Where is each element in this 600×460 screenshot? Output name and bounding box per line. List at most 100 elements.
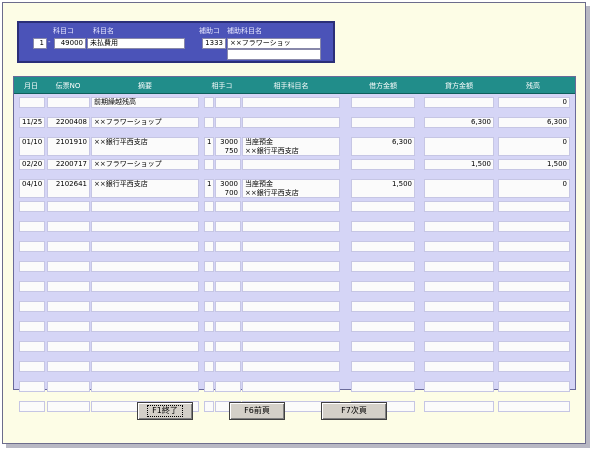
table-row[interactable]	[14, 219, 575, 239]
cell-debit	[351, 281, 415, 292]
f1-exit-button[interactable]: F1終了	[137, 402, 193, 420]
cell-debit	[351, 321, 415, 332]
col-credit: 貸方金額	[445, 82, 473, 90]
cell-partner-name	[242, 261, 340, 272]
account-name-field[interactable]: 未払費用	[87, 38, 185, 49]
table-row[interactable]	[14, 319, 575, 339]
table-row[interactable]: 前期繰越残高 0	[14, 95, 575, 115]
f6-prev-page-button[interactable]: F6前頁	[229, 402, 285, 420]
cell-date	[19, 261, 45, 272]
table-row[interactable]: 04/10 2102641 ××銀行平西支店 1 3000 700 当座預金 ××銀行平西支店…	[14, 177, 575, 199]
cell-summary-text: 前期繰越残高	[94, 98, 136, 106]
cell-partner-name	[242, 201, 340, 212]
cell-summary	[91, 261, 199, 272]
cell-partner-code-a	[204, 281, 214, 292]
table-row[interactable]: 11/25 2200408 ××フラワーショップ 6,300 6,300	[14, 115, 575, 135]
cell-date-text: 11/25	[22, 118, 43, 126]
cell-balance-text: 0	[562, 98, 567, 106]
cell-date	[19, 281, 45, 292]
cell-date-text: 04/10	[22, 180, 43, 188]
cell-partner-code-b	[215, 261, 241, 272]
separator-dash: -	[48, 38, 51, 46]
cell-summary	[91, 241, 199, 252]
cell-balance	[498, 261, 570, 272]
cell-partner-name	[242, 381, 340, 392]
cell-partner-name	[242, 97, 340, 108]
table-row[interactable]	[14, 279, 575, 299]
cell-debit	[351, 117, 415, 128]
cell-date	[19, 361, 45, 372]
account-code-label: 科目コ	[53, 27, 74, 35]
cell-date	[19, 97, 45, 108]
cell-voucher	[47, 281, 90, 292]
cell-partner-code-line2: 750	[224, 147, 238, 155]
table-row[interactable]	[14, 299, 575, 319]
cell-credit	[424, 97, 494, 108]
cell-partner-code-line2: 700	[224, 189, 238, 197]
cell-debit	[351, 301, 415, 312]
col-summary: 摘要	[138, 82, 152, 90]
cell-debit	[351, 381, 415, 392]
cell-partner-name: 当座預金 ××銀行平西支店	[242, 137, 340, 156]
table-row[interactable]	[14, 239, 575, 259]
cell-credit	[424, 137, 494, 156]
cell-partner-name	[242, 159, 340, 170]
cell-partner-code-b-text: 3000	[220, 180, 238, 188]
cell-balance	[498, 281, 570, 292]
account-prefix-field[interactable]: 1	[33, 38, 47, 49]
cell-summary	[91, 201, 199, 212]
f7-next-page-button[interactable]: F7次頁	[321, 402, 387, 420]
cell-partner-code-a	[204, 381, 214, 392]
cell-partner-code-a-text: 1	[207, 138, 212, 146]
cell-voucher	[47, 221, 90, 232]
cell-partner-name	[242, 341, 340, 352]
cell-partner-name-line2: ××銀行平西支店	[245, 147, 299, 155]
sub-name-field[interactable]: ××フラワーショッ	[227, 38, 321, 49]
table-row[interactable]	[14, 359, 575, 379]
cell-summary: ××フラワーショップ	[91, 159, 199, 170]
table-row[interactable]	[14, 379, 575, 399]
table-row[interactable]: 02/20 2200717 ××フラワーショップ 1,500 1,500	[14, 157, 575, 177]
ledger-window: 科目コ 科目名 補助コ 補助科目名 1 - 49000 未払費用 1333 ××…	[2, 2, 586, 444]
cell-partner-code-a	[204, 261, 214, 272]
cell-credit-text: 1,500	[470, 160, 491, 168]
cell-summary: ××銀行平西支店	[91, 137, 199, 156]
sub-name-extra-field[interactable]	[227, 49, 321, 60]
cell-voucher: 2200408	[47, 117, 90, 128]
cell-partner-name	[242, 241, 340, 252]
cell-partner-code-a-text: 1	[207, 180, 212, 188]
cell-balance	[498, 401, 570, 412]
sub-code-field[interactable]: 1333	[202, 38, 226, 49]
table-row[interactable]: 01/10 2101910 ××銀行平西支店 1 3000 750 当座預金 ××銀行平西支店…	[14, 135, 575, 157]
account-name-label: 科目名	[93, 27, 114, 35]
cell-balance	[498, 381, 570, 392]
cell-partner-code-b	[215, 301, 241, 312]
cell-debit	[351, 159, 415, 170]
cell-partner-name	[242, 117, 340, 128]
cell-voucher-text: 2200717	[55, 160, 87, 168]
table-row[interactable]	[14, 339, 575, 359]
cell-voucher	[47, 361, 90, 372]
cell-voucher	[47, 241, 90, 252]
table-row[interactable]	[14, 199, 575, 219]
cell-credit	[424, 201, 494, 212]
cell-debit	[351, 341, 415, 352]
cell-partner-name-line2: ××銀行平西支店	[245, 189, 299, 197]
col-partner-name: 相手科目名	[273, 82, 309, 90]
cell-summary	[91, 381, 199, 392]
cell-partner-name-text: 当座預金	[245, 180, 273, 188]
cell-partner-code-b: 3000 750	[215, 137, 241, 156]
table-row[interactable]	[14, 259, 575, 279]
table-row[interactable]	[14, 399, 575, 419]
cell-summary	[91, 221, 199, 232]
account-header: 科目コ 科目名 補助コ 補助科目名 1 - 49000 未払費用 1333 ××…	[17, 21, 335, 63]
cell-balance: 0	[498, 97, 570, 108]
table-header: 月日 伝票NO 摘要 相手コ 相手科目名 借方金額 貸方金額 残高	[14, 77, 575, 94]
cell-voucher	[47, 97, 90, 108]
ledger-table: 月日 伝票NO 摘要 相手コ 相手科目名 借方金額 貸方金額 残高 前期繰越残高…	[13, 76, 576, 412]
cell-summary-text: ××フラワーショップ	[94, 160, 162, 168]
cell-balance	[498, 301, 570, 312]
cell-summary	[91, 361, 199, 372]
cell-credit-text: 6,300	[470, 118, 491, 126]
account-code-field[interactable]: 49000	[54, 38, 86, 49]
